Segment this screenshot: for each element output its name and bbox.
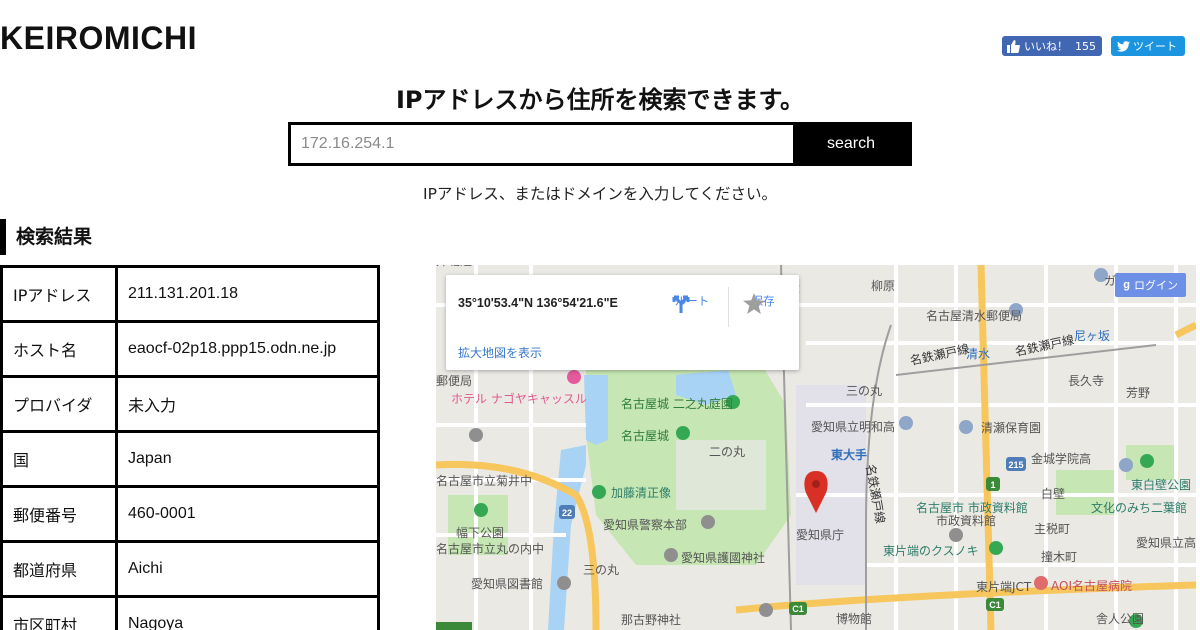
google-g-icon: g bbox=[1123, 279, 1130, 291]
route-badge: 215 bbox=[1008, 460, 1023, 470]
map-place-label: 東片端JCT bbox=[976, 580, 1032, 594]
result-key: 郵便番号 bbox=[0, 485, 118, 543]
map-info-card: 35°10'53.4"N 136°54'21.6"E 拡大地図を表示 ルート 保… bbox=[446, 275, 799, 370]
map-place-label: 愛知県立高 bbox=[1136, 535, 1196, 550]
social-buttons: いいね！ 155 ツイート bbox=[1002, 36, 1185, 56]
map-place-label: 加藤清正像 bbox=[611, 486, 671, 500]
search-button[interactable]: search bbox=[793, 125, 909, 163]
map-place-label: 主税町 bbox=[1034, 522, 1070, 536]
map-place-label: 那古野神社 bbox=[621, 612, 681, 627]
result-row: ホスト名 eaocf-02p18.ppp15.odn.ne.jp bbox=[0, 320, 380, 378]
map-place-label: 市政資料館 bbox=[936, 513, 996, 528]
map-place-label: 三の丸 bbox=[583, 563, 619, 577]
result-value: Nagoya bbox=[115, 595, 380, 630]
map-place-label: AOI名古屋病院 bbox=[1051, 578, 1132, 593]
result-key: ホスト名 bbox=[0, 320, 118, 378]
map-place-label: 愛知県警察本部 bbox=[603, 517, 687, 532]
result-row: プロバイダ 未入力 bbox=[0, 375, 380, 433]
map-place-label: 外堀通 bbox=[436, 265, 472, 268]
result-row: IPアドレス 211.131.201.18 bbox=[0, 265, 380, 323]
map-place-label: 撞木町 bbox=[1041, 549, 1077, 564]
map-embed[interactable]: 22 215 1 C1 C1 名古屋清水郵便局柳原院大尼ヶ坂清水名鉄瀬戸線名鉄瀬… bbox=[436, 265, 1196, 630]
map-place-label: 名古屋清水郵便局 bbox=[926, 308, 1022, 323]
like-count: 155 bbox=[1075, 39, 1096, 53]
result-key: IPアドレス bbox=[0, 265, 118, 323]
map-login-button[interactable]: g ログイン bbox=[1115, 273, 1186, 297]
result-value: 211.131.201.18 bbox=[115, 265, 380, 323]
save-button[interactable]: 保存 bbox=[743, 293, 783, 314]
tweet-label: ツイート bbox=[1133, 40, 1177, 53]
map-place-label: ホテル ナゴヤキャッスル bbox=[451, 391, 587, 406]
map-place-label: 東片端のクスノキ bbox=[883, 544, 979, 558]
larger-map-link[interactable]: 拡大地図を表示 bbox=[458, 344, 542, 361]
map-place-label: 名古屋市立丸の内中 bbox=[436, 541, 544, 556]
map-place-label: 長久寺 bbox=[1068, 374, 1104, 388]
map-place-label: 名古屋城 bbox=[621, 428, 669, 443]
tweet-button[interactable]: ツイート bbox=[1111, 36, 1185, 56]
search-hint: IPアドレス、またはドメインを入力してください。 bbox=[423, 185, 777, 203]
map-place-label: 三の丸 bbox=[846, 384, 882, 398]
map-place-label: 二の丸 bbox=[709, 445, 745, 459]
map-place-label: 名古屋市 市政資料館 bbox=[916, 500, 1028, 515]
card-divider bbox=[728, 287, 729, 327]
result-row: 市区町村 Nagoya bbox=[0, 595, 380, 630]
map-place-label: 尼ヶ坂 bbox=[1074, 329, 1110, 343]
map-place-label: 愛知県図書館 bbox=[471, 576, 543, 591]
map-place-label: 芳野 bbox=[1126, 386, 1150, 400]
result-value: 460-0001 bbox=[115, 485, 380, 543]
result-key: 国 bbox=[0, 430, 118, 488]
map-place-label: 清瀬保育園 bbox=[981, 420, 1041, 435]
map-coordinates: 35°10'53.4"N 136°54'21.6"E bbox=[458, 296, 618, 310]
ip-search-input[interactable] bbox=[291, 125, 793, 163]
result-row: 都道府県 Aichi bbox=[0, 540, 380, 598]
like-label: いいね！ bbox=[1024, 40, 1068, 53]
result-value: Aichi bbox=[115, 540, 380, 598]
route-badge: 1 bbox=[990, 480, 995, 490]
search-form: search bbox=[288, 122, 912, 166]
results-section-title: 検索結果 bbox=[0, 219, 92, 255]
map-place-label: 白壁 bbox=[1041, 486, 1065, 501]
page-headline: IPアドレスから住所を検索できます。 bbox=[395, 86, 805, 114]
route-badge: C1 bbox=[792, 604, 804, 614]
result-value: 未入力 bbox=[115, 375, 380, 433]
map-place-label: 名古屋市立菊井中 bbox=[436, 473, 532, 488]
route-button[interactable]: ルート bbox=[670, 293, 714, 313]
map-place-label: 文化のみち二葉館 bbox=[1091, 500, 1187, 515]
facebook-like-button[interactable]: いいね！ 155 bbox=[1002, 36, 1102, 56]
result-key: 市区町村 bbox=[0, 595, 118, 630]
route-badge: C1 bbox=[989, 600, 1001, 610]
map-place-label: 幅下公園 bbox=[456, 525, 504, 540]
star-icon bbox=[743, 293, 765, 314]
map-place-label: 博物館 bbox=[836, 611, 872, 626]
login-label: ログイン bbox=[1134, 279, 1178, 292]
result-key: 都道府県 bbox=[0, 540, 118, 598]
twitter-bird-icon bbox=[1117, 40, 1130, 52]
map-place-label: 舎人公園 bbox=[1096, 612, 1144, 626]
result-key: プロバイダ bbox=[0, 375, 118, 433]
map-place-label: 名古屋城 二之丸庭園 bbox=[621, 396, 733, 411]
map-place-label: 愛知県護國神社 bbox=[681, 550, 765, 565]
route-badge: 22 bbox=[562, 508, 572, 518]
directions-icon bbox=[672, 295, 690, 313]
map-place-label: 愛知県庁 bbox=[796, 528, 844, 542]
map-place-label: 東白壁公園 bbox=[1131, 477, 1191, 492]
map-place-label: 柳原 bbox=[871, 279, 895, 293]
map-place-label: 金城学院高 bbox=[1031, 451, 1091, 466]
map-place-label: 東大手 bbox=[831, 447, 867, 462]
results-table: IPアドレス 211.131.201.18 ホスト名 eaocf-02p18.ppp1… bbox=[0, 265, 380, 630]
thumbs-up-icon bbox=[1007, 39, 1020, 53]
result-value: Japan bbox=[115, 430, 380, 488]
map-place-label: 郵便局 bbox=[436, 374, 472, 388]
site-logo[interactable]: KEIROMICHI bbox=[0, 20, 197, 57]
result-row: 国 Japan bbox=[0, 430, 380, 488]
result-value: eaocf-02p18.ppp15.odn.ne.jp bbox=[115, 320, 380, 378]
result-row: 郵便番号 460-0001 bbox=[0, 485, 380, 543]
map-place-label: 愛知県立明和高 bbox=[811, 419, 895, 434]
